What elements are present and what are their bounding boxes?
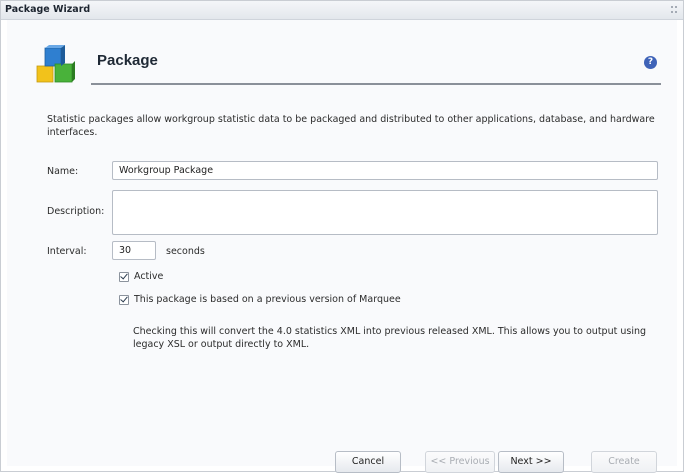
window-title: Package Wizard [5,4,91,15]
title-bar[interactable]: Package Wizard [1,1,683,20]
resize-grip-icon[interactable] [671,6,677,13]
header-divider [91,83,661,85]
page-title: Package [97,52,158,69]
package-blocks-icon [36,45,75,83]
interval-label: Interval: [47,246,87,257]
package-wizard-window: Package Wizard Package ? Statistic packa… [0,0,684,473]
help-icon[interactable]: ? [644,56,657,69]
description-textarea[interactable] [112,190,658,235]
interval-input[interactable] [112,241,156,260]
interval-unit: seconds [166,246,205,257]
create-button[interactable]: Create [591,451,657,473]
previous-version-label: This package is based on a previous vers… [134,294,401,305]
description-label: Description: [47,206,105,217]
cancel-button[interactable]: Cancel [335,451,401,473]
next-button[interactable]: Next >> [498,451,564,473]
name-label: Name: [47,166,79,177]
previous-version-checkbox-row[interactable]: This package is based on a previous vers… [119,294,401,305]
previous-button[interactable]: << Previous [425,451,495,473]
active-checkbox[interactable] [119,271,129,282]
active-label: Active [134,271,164,282]
active-checkbox-row[interactable]: Active [119,271,163,282]
intro-description: Statistic packages allow workgroup stati… [47,114,655,138]
wizard-content: Package ? Statistic packages allow workg… [7,20,677,473]
previous-version-note: Checking this will convert the 4.0 stati… [133,326,647,350]
previous-version-checkbox[interactable] [119,294,129,305]
name-input[interactable] [112,161,658,180]
